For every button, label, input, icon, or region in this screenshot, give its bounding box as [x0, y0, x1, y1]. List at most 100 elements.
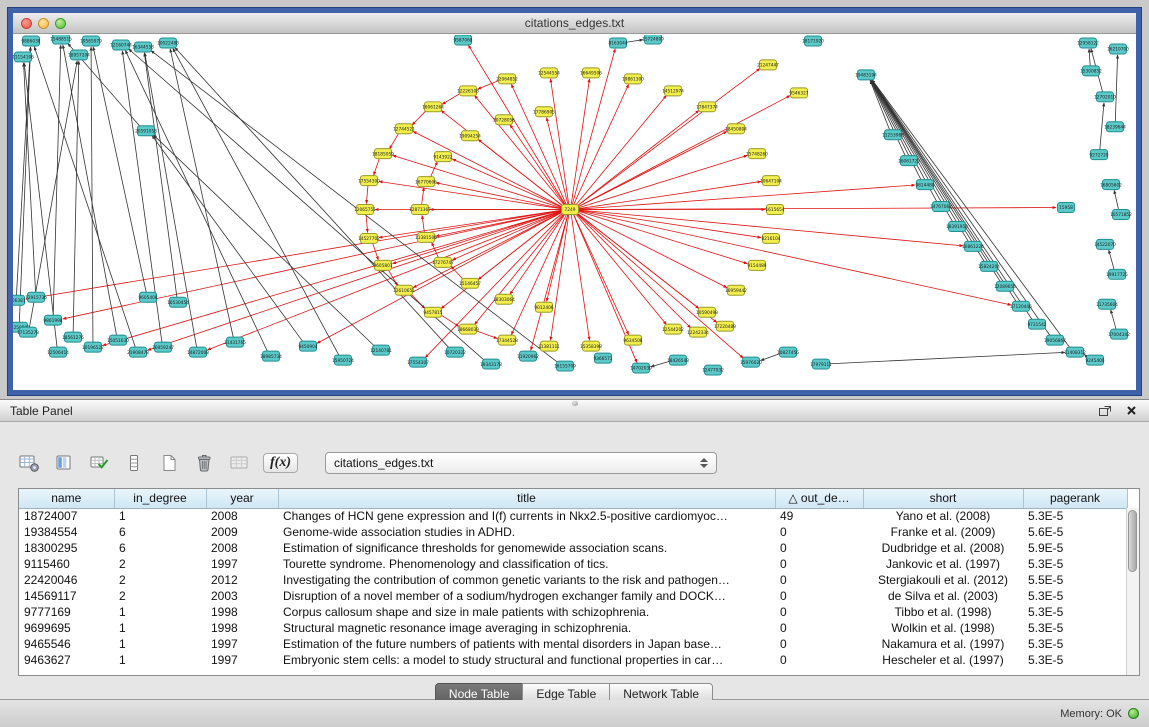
graph-node[interactable]: 9886038	[21, 36, 40, 46]
graph-node[interactable]: 16210700	[1107, 44, 1129, 54]
table-row[interactable]: 2242004622012Investigating the contribut…	[19, 572, 1127, 588]
graph-node[interactable]: 17786905	[533, 107, 555, 117]
table-cell[interactable]: 1	[114, 508, 206, 524]
table-check-icon[interactable]	[88, 452, 110, 474]
graph-node[interactable]: 10590498	[696, 307, 718, 317]
graph-node[interactable]: 18171920	[802, 36, 824, 46]
table-cell[interactable]: 5.6E-5	[1023, 524, 1127, 540]
graph-node[interactable]: 12702010	[1094, 92, 1116, 102]
table-row[interactable]: 946362711997Embryonic stem cells: a mode…	[19, 652, 1127, 668]
graph-node[interactable]: 15824204	[978, 261, 1000, 271]
column-header[interactable]: year	[206, 489, 278, 508]
zoom-window-button[interactable]	[55, 18, 66, 29]
graph-node[interactable]: 17004342	[1108, 329, 1130, 339]
table-cell[interactable]: 14569117	[19, 588, 114, 604]
column-header[interactable]: short	[863, 489, 1023, 508]
table-cell[interactable]: 5.3E-5	[1023, 652, 1127, 668]
graph-node[interactable]: 9814480	[915, 180, 934, 190]
network-canvas[interactable]: 7249161565482161049154489169594421059049…	[13, 35, 1136, 390]
graph-node[interactable]: 19565979	[80, 36, 102, 46]
table-row[interactable]: 1872400712008Changes of HCN gene express…	[19, 508, 1127, 524]
graph-node[interactable]: 11381506	[415, 232, 437, 242]
graph-node[interactable]: 12140781	[370, 345, 392, 355]
graph-node[interactable]: 9634508	[623, 335, 642, 345]
table-cell[interactable]: 5.3E-5	[1023, 508, 1127, 524]
float-panel-icon[interactable]	[1097, 404, 1113, 418]
graph-node[interactable]: 9587068	[453, 35, 472, 45]
graph-node[interactable]: 14527702	[358, 233, 380, 243]
table-selector-dropdown[interactable]: citations_edges.txt	[325, 452, 717, 474]
graph-node[interactable]: 16344558	[132, 42, 154, 52]
graph-node[interactable]: 12915736	[25, 292, 47, 302]
table-gear-icon[interactable]	[18, 452, 40, 474]
graph-node[interactable]: 11920962	[517, 351, 539, 361]
graph-node[interactable]: 18561276	[62, 332, 84, 342]
graph-node[interactable]: 9245400	[1085, 355, 1104, 365]
graph-node[interactable]: 15748260	[746, 149, 768, 159]
table-cell[interactable]: 0	[775, 636, 863, 652]
graph-node[interactable]: 16805602	[1100, 180, 1122, 190]
graph-node[interactable]: 16649506	[580, 68, 602, 78]
close-panel-icon[interactable]	[1123, 404, 1139, 418]
graph-node[interactable]: 10861224	[962, 241, 984, 251]
table-cell[interactable]: Structural magnetic resonance image aver…	[278, 620, 775, 636]
table-cell[interactable]: Changes of HCN gene expression and I(f) …	[278, 508, 775, 524]
window-titlebar[interactable]: citations_edges.txt	[13, 13, 1136, 34]
graph-node[interactable]: 17220489	[714, 321, 736, 331]
graph-node[interactable]: 9154489	[747, 260, 766, 270]
table-cell[interactable]: 49	[775, 508, 863, 524]
graph-node[interactable]: 14512974	[662, 86, 684, 96]
table-cell[interactable]: 0	[775, 588, 863, 604]
table-panel-header[interactable]: Table Panel	[0, 400, 1149, 422]
table-cell[interactable]: 19384554	[19, 524, 114, 540]
graph-node[interactable]: 20591058	[135, 126, 157, 136]
graph-node[interactable]: 12871367	[409, 205, 431, 215]
graph-node[interactable]: 9731542	[1027, 319, 1046, 329]
graph-node[interactable]: 14522070	[1094, 239, 1116, 249]
table-cell[interactable]: 18724007	[19, 508, 114, 524]
graph-node[interactable]: 15146457	[459, 278, 481, 288]
delete-icon[interactable]	[193, 452, 215, 474]
graph-node[interactable]: 17554307	[407, 357, 429, 367]
table-cell[interactable]: 1997	[206, 556, 278, 572]
graph-node[interactable]: 19056867	[1044, 335, 1066, 345]
table-cell[interactable]: 5.3E-5	[1023, 620, 1127, 636]
graph-node[interactable]: 11154106	[13, 52, 34, 62]
column-header[interactable]: pagerank	[1023, 489, 1127, 508]
graph-node[interactable]: 17120446	[1010, 301, 1032, 311]
table-row[interactable]: 1830029562008Estimation of significance …	[19, 540, 1127, 556]
table-cell[interactable]: 2003	[206, 588, 278, 604]
graph-node[interactable]: 12160744	[110, 40, 132, 50]
graph-node[interactable]: 16959442	[725, 285, 747, 295]
table-cell[interactable]: 2008	[206, 508, 278, 524]
graph-node[interactable]: 16061725	[898, 156, 920, 166]
table-cell[interactable]: 22420046	[19, 572, 114, 588]
graph-node[interactable]: 12242334	[687, 327, 709, 337]
column-header[interactable]: in_degree	[114, 489, 206, 508]
graph-node[interactable]: 18450804	[725, 124, 747, 134]
graph-node[interactable]: 18426548	[667, 355, 689, 365]
graph-node[interactable]: 19861300	[622, 74, 644, 84]
table-cell[interactable]: Tourette syndrome. Phenomenology and cla…	[278, 556, 775, 572]
graph-node[interactable]: 12610651	[393, 285, 415, 295]
graph-node[interactable]: 10647104	[760, 176, 782, 186]
graph-node[interactable]: 19094254	[459, 131, 481, 141]
graph-node[interactable]: 22064852	[496, 74, 518, 84]
column-header[interactable]: △ out_de…	[775, 489, 863, 508]
table-cell[interactable]: 6	[114, 540, 206, 556]
graph-node[interactable]: 16530454	[167, 297, 189, 307]
graph-node[interactable]: 15300852	[1080, 66, 1102, 76]
table-cell[interactable]: 9699695	[19, 620, 114, 636]
graph-node[interactable]: 12089654	[994, 281, 1016, 291]
graph-node[interactable]: 11408312	[1064, 347, 1086, 357]
graph-node[interactable]: 16061264	[422, 102, 444, 112]
graph-node[interactable]: 8216104	[761, 233, 780, 243]
table-cell[interactable]: 1998	[206, 604, 278, 620]
table-cell[interactable]: 1	[114, 604, 206, 620]
graph-node[interactable]: 9605408	[138, 292, 157, 302]
vertical-scrollbar[interactable]	[1126, 508, 1139, 675]
table-cell[interactable]: 1997	[206, 636, 278, 652]
table-cell[interactable]: Dudbridge et al. (2008)	[863, 540, 1023, 556]
graph-node[interactable]: 18303064	[493, 294, 515, 304]
graph-node[interactable]: 12744521	[393, 124, 415, 134]
